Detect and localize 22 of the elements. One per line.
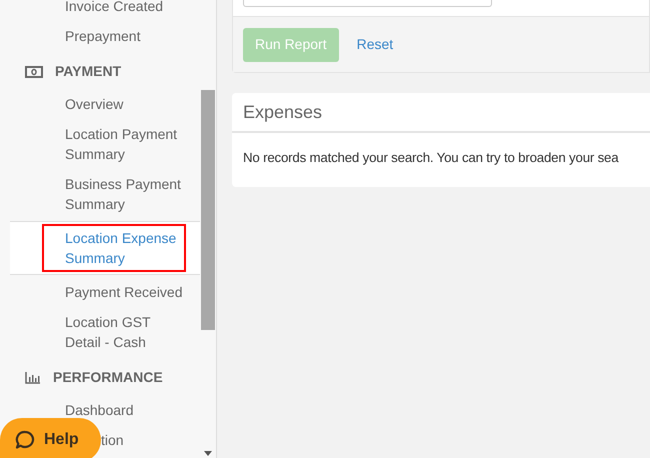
help-button[interactable]: Help [0,418,101,458]
card-title: Expenses [243,100,322,124]
input-field[interactable] [243,0,492,7]
section-heading: PAYMENT [55,62,122,81]
bar-chart-icon [25,372,41,384]
sidebar-item[interactable]: Business Payment Summary [65,174,190,214]
sidebar-item[interactable]: Location Payment Summary [65,124,190,164]
scroll-down-icon[interactable] [204,451,212,456]
section-heading: PERFORMANCE [53,368,163,387]
speech-bubble-icon [15,430,35,450]
sidebar-item[interactable]: Dashboard [65,400,134,420]
money-icon [25,66,43,78]
sidebar-item[interactable]: Payment Received [65,282,183,302]
empty-message: No records matched your search. You can try to broaden your sea [243,150,618,165]
sidebar-item[interactable]: Location GST Detail - Cash [65,312,190,352]
sidebar-item[interactable]: Overview [65,94,124,114]
sidebar-item[interactable]: Prepayment [65,26,140,46]
sidebar-item[interactable]: Invoice Created [65,0,164,16]
sidebar-item[interactable]: tion [101,430,124,450]
reset-link[interactable]: Reset [356,34,394,55]
scrollbar-thumb[interactable] [201,90,215,330]
sidebar-item[interactable]: Location Expense Summary [42,224,186,272]
